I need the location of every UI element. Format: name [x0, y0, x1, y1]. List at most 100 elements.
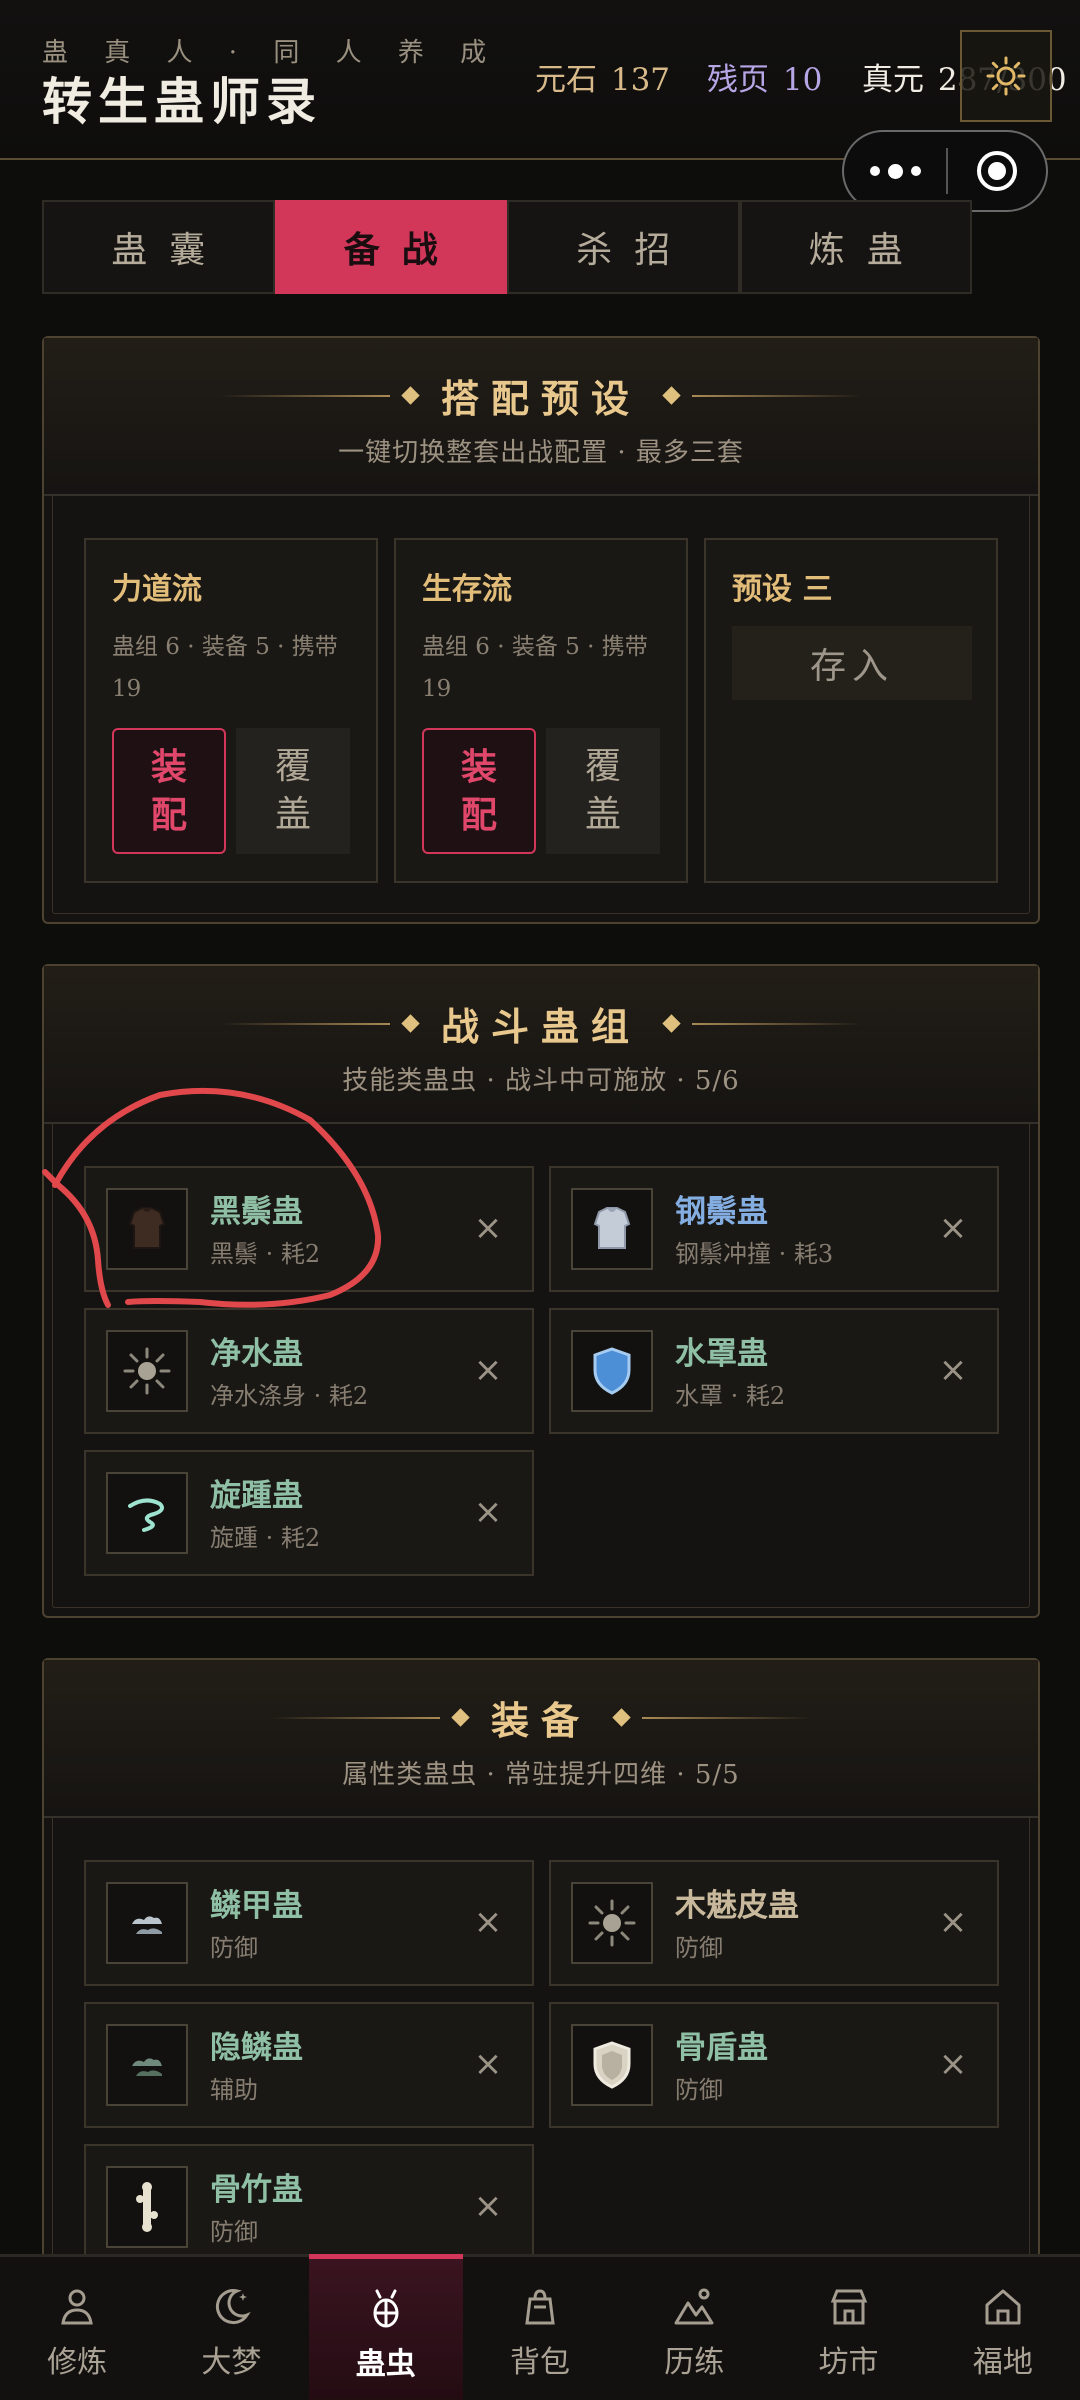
gu-card[interactable]: 水罩蛊 水罩 · 耗2 ×	[549, 1308, 999, 1434]
remove-gu-button[interactable]: ×	[468, 2042, 508, 2086]
more-dot-icon	[869, 166, 880, 176]
gu-desc: 防御	[675, 2076, 723, 2104]
nav-label: 历练	[664, 2345, 725, 2380]
bag-icon	[525, 2289, 555, 2325]
gu-name: 木魅皮蛊	[675, 1888, 799, 1924]
gu-card[interactable]: 钢鬃蛊 钢鬃冲撞 · 耗3 ×	[549, 1166, 999, 1292]
gu-name: 旋踵蛊	[210, 1478, 303, 1514]
gu-card[interactable]: 鳞甲蛊 防御 ×	[84, 1860, 534, 1986]
tab-beizhan[interactable]: 备战	[274, 200, 507, 294]
gu-name: 骨竹蛊	[210, 2172, 303, 2208]
nav-label: 坊市	[818, 2345, 879, 2380]
resource-yuanshi-value: 137	[610, 62, 671, 98]
more-dot-icon	[887, 163, 903, 179]
resource-yuanshi: 元石 137	[535, 54, 670, 99]
gu-name: 净水蛊	[210, 1336, 303, 1372]
presets-title-text: 搭配预设	[440, 376, 641, 421]
mountain-icon	[674, 2288, 714, 2325]
diamond-icon	[612, 1708, 631, 1727]
equip-panel-subtitle: 属性类蛊虫 · 常驻提升四维 · 5/5	[342, 1760, 740, 1790]
remove-gu-button[interactable]: ×	[933, 1206, 973, 1250]
gu-desc: 净水涤身 · 耗2	[210, 1382, 369, 1410]
tab-liangu[interactable]: 炼蛊	[739, 200, 972, 294]
nav-item-lilian[interactable]: 历练	[617, 2257, 771, 2400]
dark-armor-icon	[106, 1188, 188, 1270]
preset-overwrite-button[interactable]: 覆盖	[546, 728, 660, 854]
nav-item-dameng[interactable]: 大梦	[154, 2257, 308, 2400]
battle-panel-header: 战斗蛊组 技能类蛊虫 · 战斗中可施放 · 5/6	[44, 966, 1038, 1124]
gu-card[interactable]: 木魅皮蛊 防御 ×	[549, 1860, 999, 1986]
more-button[interactable]	[844, 132, 946, 210]
gear-icon	[986, 56, 1026, 96]
equip-title-text: 装备	[490, 1698, 591, 1743]
nav-label: 大梦	[201, 2345, 262, 2380]
shop-icon	[830, 2289, 867, 2325]
gu-desc: 防御	[210, 2218, 258, 2246]
settings-button[interactable]	[960, 30, 1052, 122]
nav-label: 修炼	[47, 2345, 108, 2380]
bottom-nav: 修炼 大梦 蛊虫 背包 历练 坊市 福地	[0, 2254, 1080, 2400]
nav-label: 蛊虫	[355, 2347, 416, 2382]
gu-card[interactable]: 隐鳞蛊 辅助 ×	[84, 2002, 534, 2128]
preset-card: 力道流 蛊组 6 · 装备 5 · 携带 19 装配 覆盖	[84, 538, 378, 883]
remove-gu-button[interactable]: ×	[468, 1348, 508, 1392]
battle-gu-panel: 战斗蛊组 技能类蛊虫 · 战斗中可施放 · 5/6 黑鬃蛊 黑鬃 · 耗2 × …	[42, 964, 1040, 1618]
title-ornament-line	[269, 1716, 440, 1719]
person-icon	[61, 2289, 93, 2325]
nav-item-fudi[interactable]: 福地	[926, 2257, 1080, 2400]
sun-icon	[571, 1882, 653, 1964]
nav-item-fangshi[interactable]: 坊市	[771, 2257, 925, 2400]
home-icon	[985, 2289, 1021, 2325]
preset-equip-button[interactable]: 装配	[422, 728, 536, 854]
gu-card[interactable]: 旋踵蛊 旋踵 · 耗2 ×	[84, 1450, 534, 1576]
nav-item-beibao[interactable]: 背包	[463, 2257, 617, 2400]
remove-gu-button[interactable]: ×	[468, 1206, 508, 1250]
title-ornament-line	[219, 394, 390, 397]
main-tabs: 蛊囊 备战 杀招 炼蛊	[42, 200, 972, 294]
remove-gu-button[interactable]: ×	[468, 1900, 508, 1944]
presets-panel: 搭配预设 一键切换整套出战配置 · 最多三套 力道流 蛊组 6 · 装备 5 ·…	[42, 336, 1040, 924]
gu-desc: 黑鬃 · 耗2	[210, 1240, 321, 1268]
presets-panel-title: 搭配预设	[44, 368, 1038, 423]
battle-panel-title: 战斗蛊组	[44, 996, 1038, 1051]
gu-desc: 辅助	[210, 2076, 258, 2104]
steel-armor-icon	[571, 1188, 653, 1270]
remove-gu-button[interactable]: ×	[933, 1348, 973, 1392]
moon-icon	[216, 2289, 252, 2325]
more-dot-icon	[910, 166, 921, 176]
remove-gu-button[interactable]: ×	[468, 2184, 508, 2228]
nav-label: 背包	[509, 2345, 570, 2380]
title-ornament-line	[642, 1716, 812, 1719]
remove-gu-button[interactable]: ×	[933, 2042, 973, 2086]
bug-icon	[373, 2289, 399, 2328]
tab-gunang[interactable]: 蛊囊	[42, 200, 275, 294]
equip-panel-header: 装备 属性类蛊虫 · 常驻提升四维 · 5/5	[44, 1660, 1038, 1818]
remove-gu-button[interactable]: ×	[468, 1490, 508, 1534]
close-miniprogram-button[interactable]	[948, 149, 1046, 193]
gu-card[interactable]: 净水蛊 净水涤身 · 耗2 ×	[84, 1308, 534, 1434]
resource-yuanshi-label: 元石	[535, 62, 597, 98]
title-ornament-line	[692, 394, 862, 397]
gu-card[interactable]: 骨竹蛊 防御 ×	[84, 2144, 534, 2270]
scale-icon	[106, 1882, 188, 1964]
equipment-panel: 装备 属性类蛊虫 · 常驻提升四维 · 5/5 鳞甲蛊 防御 × 木魅皮蛊 防御…	[42, 1658, 1040, 2298]
gu-desc: 钢鬃冲撞 · 耗3	[675, 1240, 834, 1268]
preset-name: 生存流	[422, 572, 512, 607]
sun-icon	[106, 1330, 188, 1412]
tab-shazhao[interactable]: 杀招	[507, 200, 740, 294]
remove-gu-button[interactable]: ×	[933, 1900, 973, 1944]
preset-equip-button[interactable]: 装配	[112, 728, 226, 854]
gu-card[interactable]: 骨盾蛊 防御 ×	[549, 2002, 999, 2128]
bone-shield-icon	[571, 2024, 653, 2106]
diamond-icon	[401, 1014, 420, 1033]
nav-item-guchong[interactable]: 蛊虫	[308, 2254, 463, 2400]
gu-card[interactable]: 黑鬃蛊 黑鬃 · 耗2 ×	[84, 1166, 534, 1292]
gu-desc: 防御	[675, 1934, 723, 1962]
nav-label: 福地	[972, 2345, 1033, 2380]
nav-item-xiulian[interactable]: 修炼	[0, 2257, 154, 2400]
preset-save-button[interactable]: 存入	[732, 626, 972, 700]
preset-name: 预设 三	[732, 572, 833, 607]
preset-name: 力道流	[112, 572, 202, 607]
app-title: 转生蛊师录	[42, 72, 322, 131]
preset-overwrite-button[interactable]: 覆盖	[236, 728, 350, 854]
